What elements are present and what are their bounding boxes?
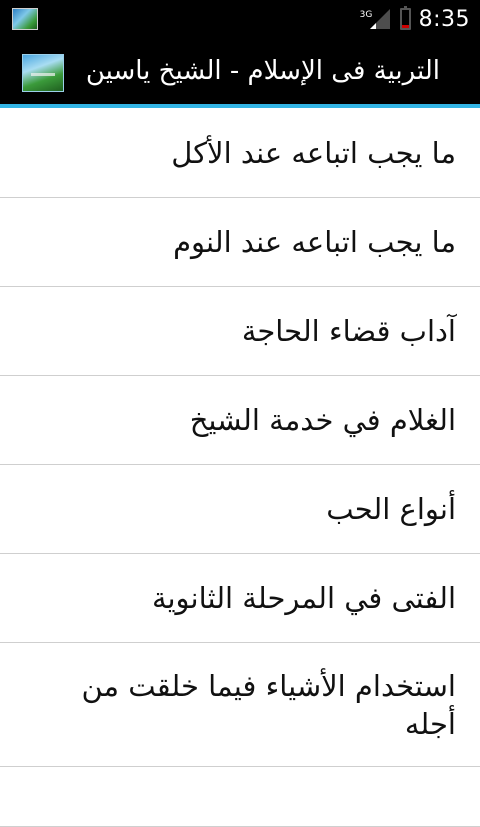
notification-app-icon <box>12 8 38 30</box>
app-icon[interactable] <box>22 54 64 92</box>
list-item[interactable]: ما يجب اتباعه عند الأكل <box>0 108 480 198</box>
list-item-label: ما يجب اتباعه عند الأكل <box>171 135 456 170</box>
list-item[interactable]: آداب قضاء الحاجة <box>0 287 480 376</box>
list-item[interactable]: الغلام في خدمة الشيخ <box>0 376 480 465</box>
signal-icon: 3G <box>360 7 392 31</box>
list-item[interactable]: أنواع الحب <box>0 465 480 554</box>
list-item[interactable]: الفتى في المرحلة الثانوية <box>0 554 480 643</box>
status-time: 8:35 <box>418 6 470 32</box>
battery-level-fill <box>401 25 409 28</box>
list-item-label: آداب قضاء الحاجة <box>241 314 456 348</box>
app-title: التربية فى الإسلام - الشيخ ياسين <box>85 56 440 86</box>
topics-list: ما يجب اتباعه عند الأكل ما يجب اتباعه عن… <box>0 108 480 827</box>
list-item-label: أنواع الحب <box>326 492 456 526</box>
list-item-label: ما يجب اتباعه عند النوم <box>173 225 456 259</box>
list-item[interactable]: ما يجب اتباعه عند النوم <box>0 198 480 287</box>
list-item[interactable] <box>0 767 480 827</box>
list-item-label: الفتى في المرحلة الثانوية <box>151 581 456 615</box>
status-indicators: 3G 8:35 <box>360 0 470 38</box>
list-item[interactable]: استخدام الأشياء فيما خلقت من أجله <box>0 643 480 767</box>
list-item-label: الغلام في خدمة الشيخ <box>189 403 456 437</box>
action-bar: التربية فى الإسلام - الشيخ ياسين <box>0 38 480 108</box>
list-item-label: استخدام الأشياء فيما خلقت من أجله <box>81 668 456 741</box>
battery-icon <box>399 6 411 30</box>
status-bar: 3G 8:35 <box>0 0 480 38</box>
